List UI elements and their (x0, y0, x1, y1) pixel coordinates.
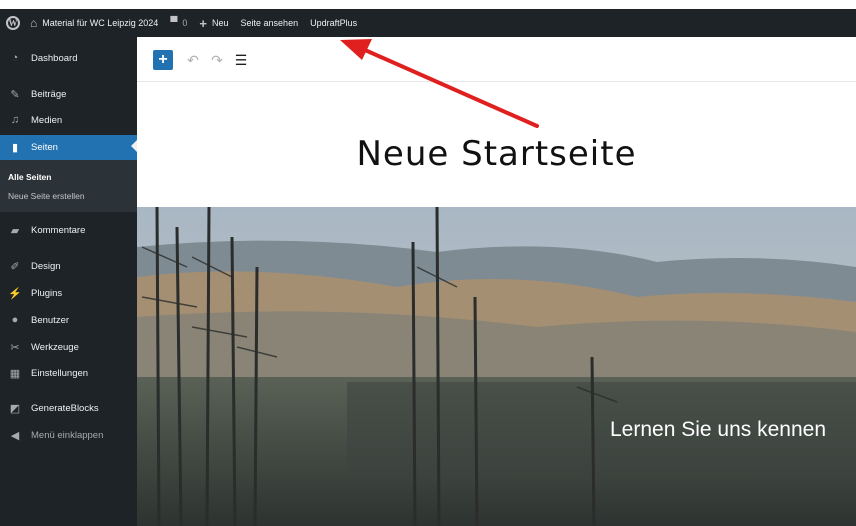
brush-icon: ✐ (10, 260, 20, 273)
updraftplus-link[interactable]: UpdraftPlus (304, 9, 363, 37)
sidebar-item-label: Einstellungen (31, 367, 89, 379)
sidebar-item-label: Beiträge (31, 88, 67, 100)
sidebar-item-label: Medien (31, 114, 63, 126)
page-title[interactable]: Neue Startseite (137, 134, 856, 174)
hero-heading[interactable]: Lernen Sie uns kennen (610, 418, 826, 442)
comment-icon: ▰ (10, 224, 20, 237)
site-name-link[interactable]: ⌂ Material für WC Leipzig 2024 (26, 9, 164, 37)
pin-icon: ✎ (10, 88, 20, 101)
user-icon: ● (11, 314, 19, 326)
admin-sidebar: ◔ Dashboard ✎ Beiträge ♫ Medien ▮ Seiten… (0, 37, 137, 526)
sidebar-item-label: Seiten (31, 142, 58, 153)
redo-button[interactable]: ↷ (207, 50, 227, 70)
comments-count: 0 (182, 18, 188, 28)
new-content-link[interactable]: + Neu (193, 9, 234, 37)
sidebar-item-label: Benutzer (31, 314, 70, 326)
new-label: Neu (212, 18, 229, 28)
list-view-button[interactable]: ☰ (231, 50, 251, 70)
sidebar-item-seiten[interactable]: ▮ Seiten (0, 135, 137, 160)
sidebar-item-label: Plugins (31, 287, 63, 299)
forest-landscape-image (137, 207, 856, 526)
comments-link[interactable]: ▀ 0 (164, 9, 193, 37)
generateblocks-icon: ◩ (9, 402, 21, 415)
dashboard-icon: ◔ (11, 52, 19, 64)
list-view-icon: ☰ (234, 51, 248, 68)
sidebar-item-label: Design (31, 260, 61, 272)
add-block-button[interactable]: + (153, 50, 173, 70)
comment-bubble-icon: ▀ (170, 17, 178, 28)
media-icon: ♫ (10, 114, 20, 126)
sidebar-item-beitraege[interactable]: ✎ Beiträge (0, 83, 137, 105)
sidebar-item-label: Dashboard (31, 52, 78, 64)
sidebar-item-label: Menü einklappen (31, 429, 104, 441)
settings-icon: ▦ (9, 367, 21, 380)
sidebar-item-dashboard[interactable]: ◔ Dashboard (0, 47, 137, 69)
wordpress-logo-icon: W (6, 16, 20, 30)
sidebar-item-label: GenerateBlocks (31, 402, 99, 414)
wp-logo-menu[interactable]: W (0, 9, 26, 37)
sidebar-item-label: Werkzeuge (31, 341, 79, 353)
sidebar-item-design[interactable]: ✐ Design (0, 255, 137, 277)
view-page-link[interactable]: Seite ansehen (235, 9, 305, 37)
editor-toolbar: + ↶ ↷ ☰ (137, 37, 856, 82)
submenu-all-pages[interactable]: Alle Seiten (8, 172, 51, 182)
pages-icon: ▮ (11, 142, 19, 154)
plus-icon: + (199, 15, 208, 31)
plugin-icon: ⚡ (8, 287, 22, 300)
sidebar-item-label: Kommentare (31, 224, 86, 236)
undo-icon: ↶ (187, 51, 199, 68)
pages-submenu: Alle Seiten Neue Seite erstellen (0, 160, 137, 212)
sidebar-item-plugins[interactable]: ⚡ Plugins (0, 282, 137, 304)
sidebar-item-generateblocks[interactable]: ◩ GenerateBlocks (0, 397, 137, 419)
sidebar-item-benutzer[interactable]: ● Benutzer (0, 309, 137, 331)
wrench-icon: ✂ (10, 341, 20, 354)
redo-icon: ↷ (211, 51, 223, 68)
collapse-icon: ◀ (10, 429, 20, 442)
view-page-label: Seite ansehen (240, 18, 299, 28)
sidebar-item-medien[interactable]: ♫ Medien (0, 109, 137, 131)
title-area: Neue Startseite (137, 82, 856, 207)
house-icon: ⌂ (30, 16, 38, 30)
hero-cover-block[interactable]: Lernen Sie uns kennen (137, 207, 856, 526)
sidebar-item-kommentare[interactable]: ▰ Kommentare (0, 219, 137, 241)
admin-bar: W ⌂ Material für WC Leipzig 2024 ▀ 0 + N… (0, 9, 856, 37)
collapse-menu-button[interactable]: ◀ Menü einklappen (0, 424, 137, 446)
submenu-new-page[interactable]: Neue Seite erstellen (8, 191, 85, 201)
site-name: Material für WC Leipzig 2024 (42, 18, 159, 28)
plus-icon: + (158, 51, 168, 68)
sidebar-item-werkzeuge[interactable]: ✂ Werkzeuge (0, 336, 137, 358)
undo-button[interactable]: ↶ (183, 50, 203, 70)
sidebar-item-einstellungen[interactable]: ▦ Einstellungen (0, 362, 137, 384)
updraftplus-label: UpdraftPlus (310, 18, 358, 28)
